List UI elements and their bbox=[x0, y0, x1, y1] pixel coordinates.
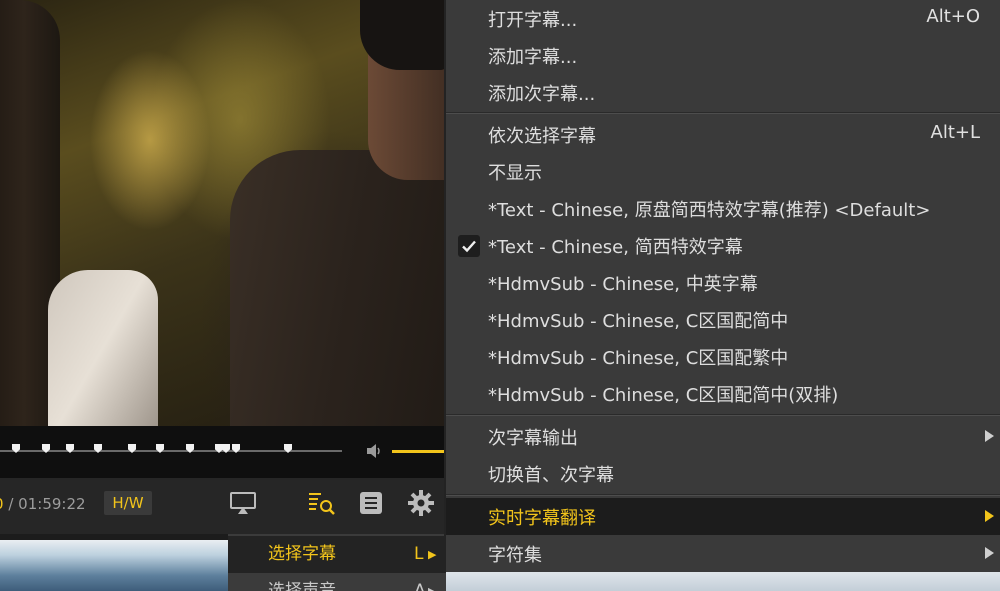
menu-item-key: L bbox=[414, 544, 424, 564]
seek-bar[interactable] bbox=[0, 426, 446, 478]
menu-item-label: *Text - Chinese, 简西特效字幕 bbox=[488, 237, 743, 258]
menu-item-swap-subtitles[interactable]: 切换首、次字幕 bbox=[446, 455, 1000, 492]
menu-item-label: 添加次字幕... bbox=[488, 84, 596, 105]
playlist-icon[interactable] bbox=[356, 488, 386, 518]
menu-item-label: 切换首、次字幕 bbox=[488, 465, 614, 486]
submenu-arrow-icon: ▶ bbox=[428, 548, 437, 561]
menu-item-label: 字符集 bbox=[488, 545, 542, 566]
menu-item-label: 不显示 bbox=[488, 163, 542, 184]
menu-item-label: *HdmvSub - Chinese, C区国配繁中 bbox=[488, 348, 789, 369]
settings-gear-icon[interactable] bbox=[406, 488, 436, 518]
menu-item-label: 打开字幕... bbox=[488, 10, 578, 31]
menu-item-subtitle-track[interactable]: *HdmvSub - Chinese, C区国配简中 bbox=[446, 301, 1000, 338]
menu-item-realtime-translate[interactable]: 实时字幕翻译 bbox=[446, 498, 1000, 535]
hw-decode-badge[interactable]: H/W bbox=[104, 491, 152, 515]
menu-separator bbox=[446, 494, 1000, 496]
submenu-arrow-icon: ▶ bbox=[428, 573, 436, 591]
subtitle-context-menu: 打开字幕... Alt+O 添加字幕... 添加次字幕... 依次选择字幕 Al… bbox=[446, 0, 1000, 572]
video-figure-hat bbox=[360, 0, 446, 70]
menu-item-add-secondary-subtitle[interactable]: 添加次字幕... bbox=[446, 74, 1000, 111]
time-total: 01:59:22 bbox=[18, 495, 86, 513]
thumbnail-image[interactable] bbox=[0, 540, 228, 591]
menu-item-subtitle-track[interactable]: *HdmvSub - Chinese, C区国配简中(双排) bbox=[446, 375, 1000, 412]
cast-icon[interactable] bbox=[228, 488, 258, 518]
submenu-arrow-icon bbox=[985, 510, 994, 522]
control-bar: 0 / 01:59:22 H/W bbox=[0, 478, 446, 534]
background-thumbnail bbox=[446, 572, 1000, 591]
menu-item-select-subtitle[interactable]: 选择字幕 L ▶ bbox=[228, 536, 446, 573]
menu-item-subtitle-track[interactable]: *Text - Chinese, 原盘简西特效字幕(推荐) <Default> bbox=[446, 190, 1000, 227]
menu-item-shortcut: Alt+L bbox=[930, 122, 980, 143]
menu-item-label: 添加字幕... bbox=[488, 47, 578, 68]
menu-separator bbox=[446, 112, 1000, 114]
menu-item-label: *Text - Chinese, 原盘简西特效字幕(推荐) <Default> bbox=[488, 200, 931, 221]
menu-item-subtitle-track[interactable]: *HdmvSub - Chinese, 中英字幕 bbox=[446, 264, 1000, 301]
menu-item-label: *HdmvSub - Chinese, C区国配简中(双排) bbox=[488, 385, 839, 406]
submenu-arrow-icon bbox=[985, 547, 994, 559]
submenu-arrow-icon bbox=[985, 430, 994, 442]
time-separator: / bbox=[8, 495, 14, 513]
menu-item-subtitle-track[interactable]: *HdmvSub - Chinese, C区国配繁中 bbox=[446, 338, 1000, 375]
checkmark-icon bbox=[458, 235, 480, 257]
menu-item-label: *HdmvSub - Chinese, C区国配简中 bbox=[488, 311, 789, 332]
menu-item-label: *HdmvSub - Chinese, 中英字幕 bbox=[488, 274, 758, 295]
menu-item-key: A bbox=[414, 581, 426, 591]
video-figure-shirt bbox=[48, 270, 158, 426]
time-current: 0 bbox=[0, 495, 4, 513]
video-figure-right bbox=[230, 150, 446, 426]
menu-item-charset[interactable]: 字符集 bbox=[446, 535, 1000, 572]
menu-separator bbox=[446, 414, 1000, 416]
menu-item-cycle-subtitle[interactable]: 依次选择字幕 Alt+L bbox=[446, 116, 1000, 153]
menu-item-secondary-output[interactable]: 次字幕输出 bbox=[446, 418, 1000, 455]
menu-item-subtitle-track[interactable]: *Text - Chinese, 简西特效字幕 bbox=[446, 227, 1000, 264]
menu-item-label: 选择字幕 bbox=[268, 544, 336, 564]
video-frame[interactable] bbox=[0, 0, 446, 426]
menu-item-hide-subtitle[interactable]: 不显示 bbox=[446, 153, 1000, 190]
menu-item-open-subtitle[interactable]: 打开字幕... Alt+O bbox=[446, 0, 1000, 37]
subtitle-search-icon[interactable] bbox=[306, 488, 336, 518]
menu-item-label: 实时字幕翻译 bbox=[488, 508, 596, 529]
menu-item-shortcut: Alt+O bbox=[926, 6, 980, 27]
menu-item-select-audio[interactable]: 选择声音 A ▶ bbox=[228, 573, 446, 591]
time-display: 0 / 01:59:22 bbox=[0, 495, 86, 513]
volume-slider[interactable] bbox=[392, 450, 446, 453]
volume-icon[interactable] bbox=[366, 443, 384, 459]
menu-item-label: 选择声音 bbox=[268, 581, 336, 591]
menu-item-add-subtitle[interactable]: 添加字幕... bbox=[446, 37, 1000, 74]
menu-item-label: 依次选择字幕 bbox=[488, 126, 596, 147]
parent-menu: 选择字幕 L ▶ 选择声音 A ▶ bbox=[228, 534, 446, 591]
menu-item-label: 次字幕输出 bbox=[488, 428, 578, 449]
